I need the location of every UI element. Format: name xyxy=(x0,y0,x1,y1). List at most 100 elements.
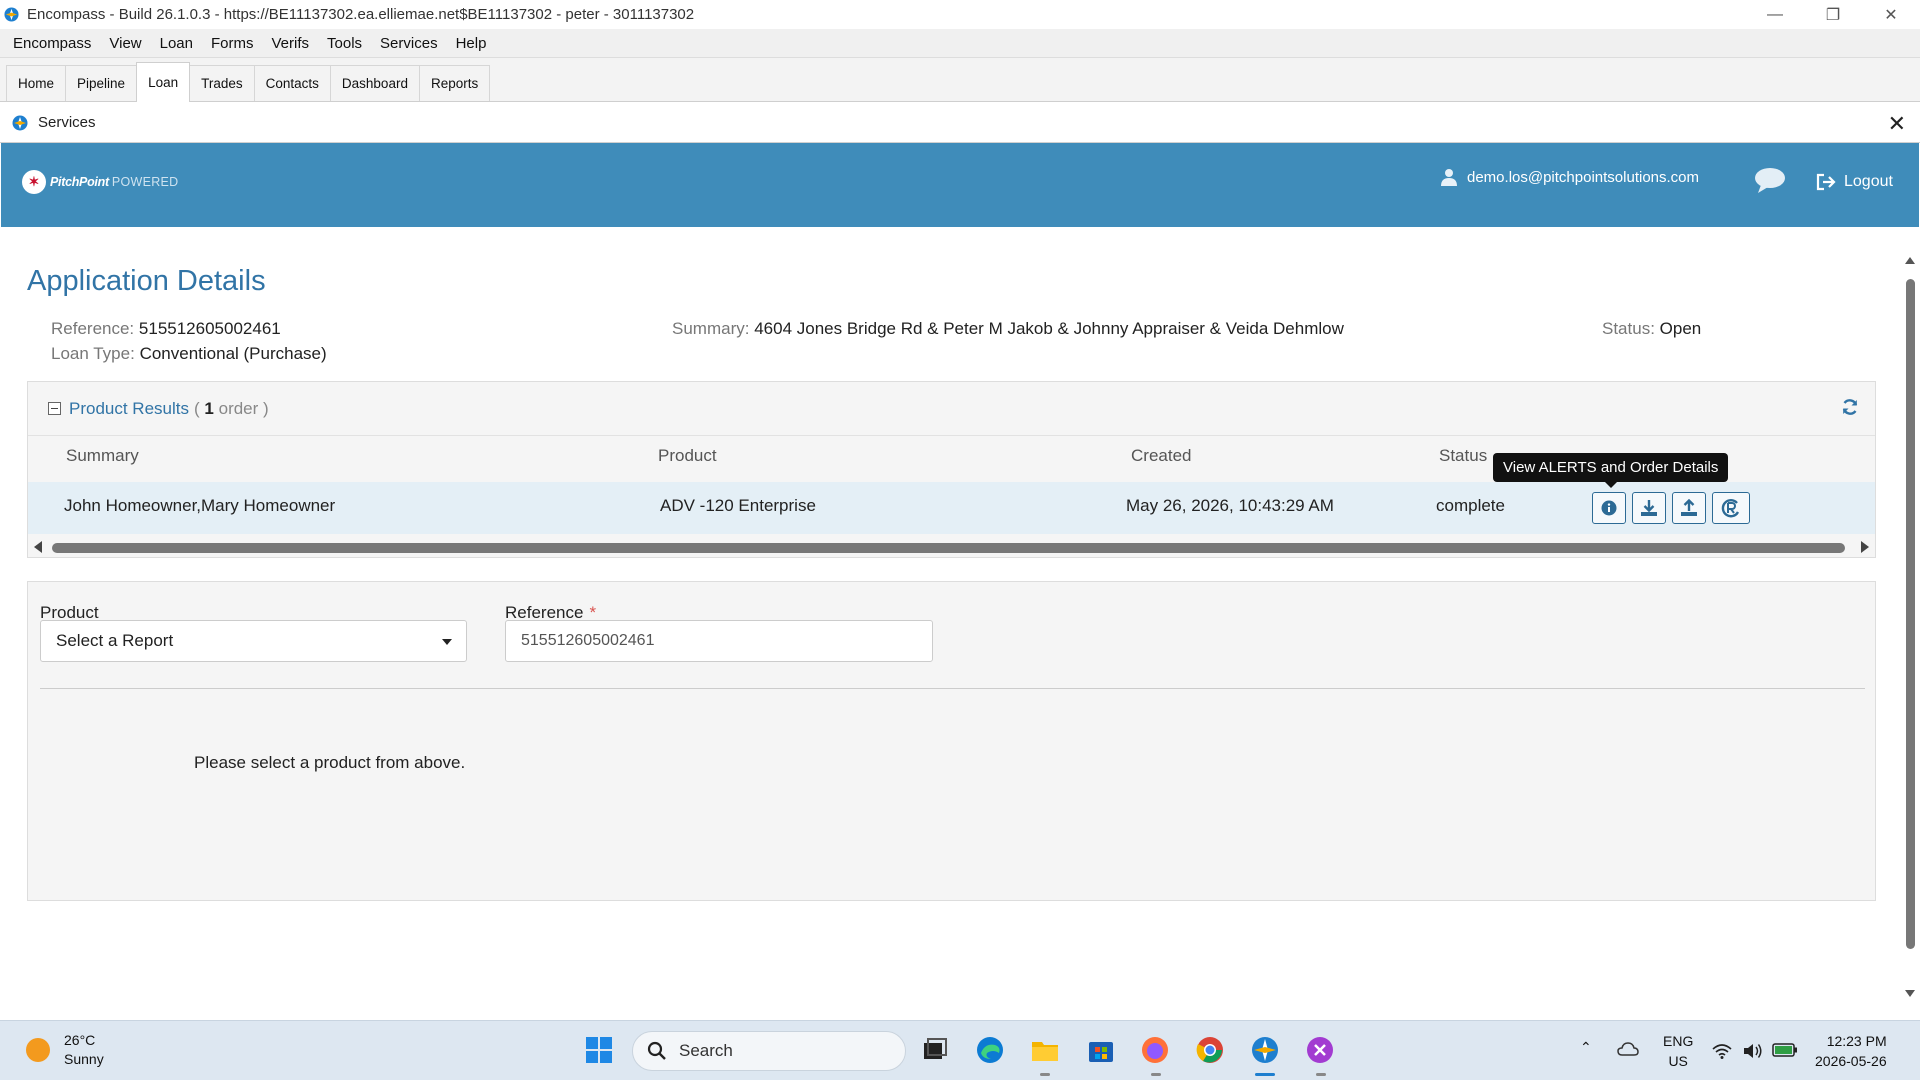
refresh-icon[interactable] xyxy=(1841,398,1859,416)
user-account[interactable]: demo.los@pitchpointsolutions.com xyxy=(1441,168,1699,186)
snipping-tool-indicator xyxy=(1316,1073,1326,1076)
product-results-panel: Product Results ( 1 order ) Summary Prod… xyxy=(27,381,1876,558)
tab-pipeline[interactable]: Pipeline xyxy=(65,65,138,101)
product-results-header: Product Results ( 1 order ) xyxy=(28,382,1875,436)
language-indicator[interactable]: ENG US xyxy=(1663,1031,1693,1071)
volume-icon[interactable] xyxy=(1742,1042,1764,1060)
minimize-button[interactable]: — xyxy=(1746,0,1804,29)
sun-icon xyxy=(26,1038,50,1062)
edge-browser-icon[interactable] xyxy=(975,1035,1005,1065)
status-value: Open xyxy=(1659,319,1702,338)
window-title: Encompass - Build 26.1.0.3 - https://BE1… xyxy=(27,6,695,23)
menu-loan[interactable]: Loan xyxy=(151,35,202,52)
clock-date: 2026-05-26 xyxy=(1815,1053,1887,1069)
onedrive-icon[interactable] xyxy=(1617,1041,1639,1057)
menu-tools[interactable]: Tools xyxy=(318,35,371,52)
encompass-app-icon xyxy=(4,7,19,22)
pitchpoint-logo-icon: ✶ xyxy=(22,170,46,194)
firefox-indicator xyxy=(1151,1073,1161,1076)
scroll-down-icon[interactable] xyxy=(1905,990,1915,997)
logout-button[interactable]: Logout xyxy=(1816,173,1893,191)
wifi-icon[interactable] xyxy=(1712,1043,1732,1059)
tab-loan[interactable]: Loan xyxy=(136,62,191,102)
scroll-up-icon[interactable] xyxy=(1905,257,1915,264)
windows-start-icon[interactable] xyxy=(584,1035,614,1065)
services-title: Services xyxy=(38,114,96,131)
loan-type-value: Conventional (Purchase) xyxy=(139,344,327,363)
horizontal-scroll-thumb[interactable] xyxy=(52,543,1845,553)
vertical-scroll-thumb[interactable] xyxy=(1906,279,1915,949)
reorder-button[interactable] xyxy=(1712,492,1750,524)
snipping-tool-icon[interactable] xyxy=(1305,1035,1335,1065)
summary-value: 4604 Jones Bridge Rd & Peter M Jakob & J… xyxy=(754,319,1344,338)
row-summary: John Homeowner,Mary Homeowner xyxy=(64,496,336,515)
column-created[interactable]: Created xyxy=(1131,446,1191,466)
status-label: Status: xyxy=(1602,319,1655,338)
status-meta: Status: Open xyxy=(1602,319,1701,339)
view-alerts-button[interactable] xyxy=(1592,492,1626,524)
weather-widget[interactable]: 26°C Sunny xyxy=(26,1031,104,1069)
clock-time: 12:23 PM xyxy=(1826,1033,1887,1049)
table-row[interactable]: John Homeowner,Mary Homeowner ADV -120 E… xyxy=(28,482,1875,534)
page-title: Application Details xyxy=(27,265,266,297)
info-icon xyxy=(1601,500,1617,516)
menu-encompass[interactable]: Encompass xyxy=(4,35,100,52)
product-results-title[interactable]: Product Results xyxy=(69,399,189,419)
window-title-bar: Encompass - Build 26.1.0.3 - https://BE1… xyxy=(0,0,1920,29)
collapse-icon[interactable] xyxy=(48,402,61,415)
main-tab-bar: Home Pipeline Loan Trades Contacts Dashb… xyxy=(0,58,1920,102)
services-panel-header: Services ✕ xyxy=(0,103,1920,143)
microsoft-store-icon[interactable] xyxy=(1086,1035,1116,1065)
tab-home[interactable]: Home xyxy=(6,65,67,101)
menu-services[interactable]: Services xyxy=(371,35,447,52)
encompass-active-indicator xyxy=(1255,1073,1275,1076)
menu-verifs[interactable]: Verifs xyxy=(263,35,319,52)
close-services-button[interactable]: ✕ xyxy=(1888,111,1906,137)
scroll-right-icon[interactable] xyxy=(1861,541,1869,553)
firefox-icon[interactable] xyxy=(1140,1035,1170,1065)
summary-label: Summary: xyxy=(672,319,750,338)
tab-contacts[interactable]: Contacts xyxy=(253,65,331,101)
download-button[interactable] xyxy=(1632,492,1666,524)
row-status: complete xyxy=(1436,496,1505,515)
column-product[interactable]: Product xyxy=(658,446,717,466)
battery-icon[interactable] xyxy=(1772,1043,1798,1057)
row-created: May 26, 2026, 10:43:29 AM xyxy=(1126,496,1334,515)
row-product: ADV -120 Enterprise xyxy=(660,496,816,515)
order-count: ( 1 order ) xyxy=(194,398,269,418)
chrome-icon[interactable] xyxy=(1195,1035,1225,1065)
close-window-button[interactable]: ✕ xyxy=(1862,0,1920,29)
scroll-left-icon[interactable] xyxy=(34,541,42,553)
file-explorer-icon[interactable] xyxy=(1030,1035,1060,1065)
column-summary[interactable]: Summary xyxy=(66,446,139,466)
horizontal-scrollbar[interactable] xyxy=(28,537,1875,557)
vertical-scrollbar[interactable] xyxy=(1905,257,1915,997)
reference-input[interactable] xyxy=(505,620,933,662)
tooltip: View ALERTS and Order Details xyxy=(1493,453,1729,488)
reference-meta: Reference: 515512605002461 xyxy=(51,319,281,339)
column-status[interactable]: Status xyxy=(1439,446,1487,466)
upload-button[interactable] xyxy=(1672,492,1706,524)
chevron-up-icon[interactable]: ⌃ xyxy=(1580,1039,1592,1056)
system-clock[interactable]: 12:23 PM 2026-05-26 xyxy=(1815,1031,1887,1071)
product-select[interactable]: Select a Report xyxy=(40,620,467,662)
summary-meta: Summary: 4604 Jones Bridge Rd & Peter M … xyxy=(672,319,1344,339)
brand-name: PitchPoint xyxy=(50,175,109,189)
empty-state-message: Please select a product from above. xyxy=(194,753,466,772)
menu-forms[interactable]: Forms xyxy=(202,35,263,52)
menu-view[interactable]: View xyxy=(100,35,150,52)
loan-type-label: Loan Type: xyxy=(51,344,135,363)
taskbar-search[interactable]: Search xyxy=(632,1031,906,1071)
tab-reports[interactable]: Reports xyxy=(418,65,491,101)
menu-bar: Encompass View Loan Forms Verifs Tools S… xyxy=(0,29,1920,58)
tab-dashboard[interactable]: Dashboard xyxy=(329,65,420,101)
menu-help[interactable]: Help xyxy=(447,35,496,52)
form-divider xyxy=(40,688,1865,689)
task-view-icon[interactable] xyxy=(920,1035,950,1065)
chat-icon[interactable] xyxy=(1754,166,1786,194)
pitchpoint-header: ✶ PitchPoint POWERED demo.los@pitchpoint… xyxy=(1,143,1919,227)
tab-trades[interactable]: Trades xyxy=(189,65,255,101)
restore-button[interactable]: ❐ xyxy=(1804,0,1862,29)
loan-type-meta: Loan Type: Conventional (Purchase) xyxy=(51,344,327,364)
encompass-taskbar-icon[interactable] xyxy=(1250,1035,1280,1065)
